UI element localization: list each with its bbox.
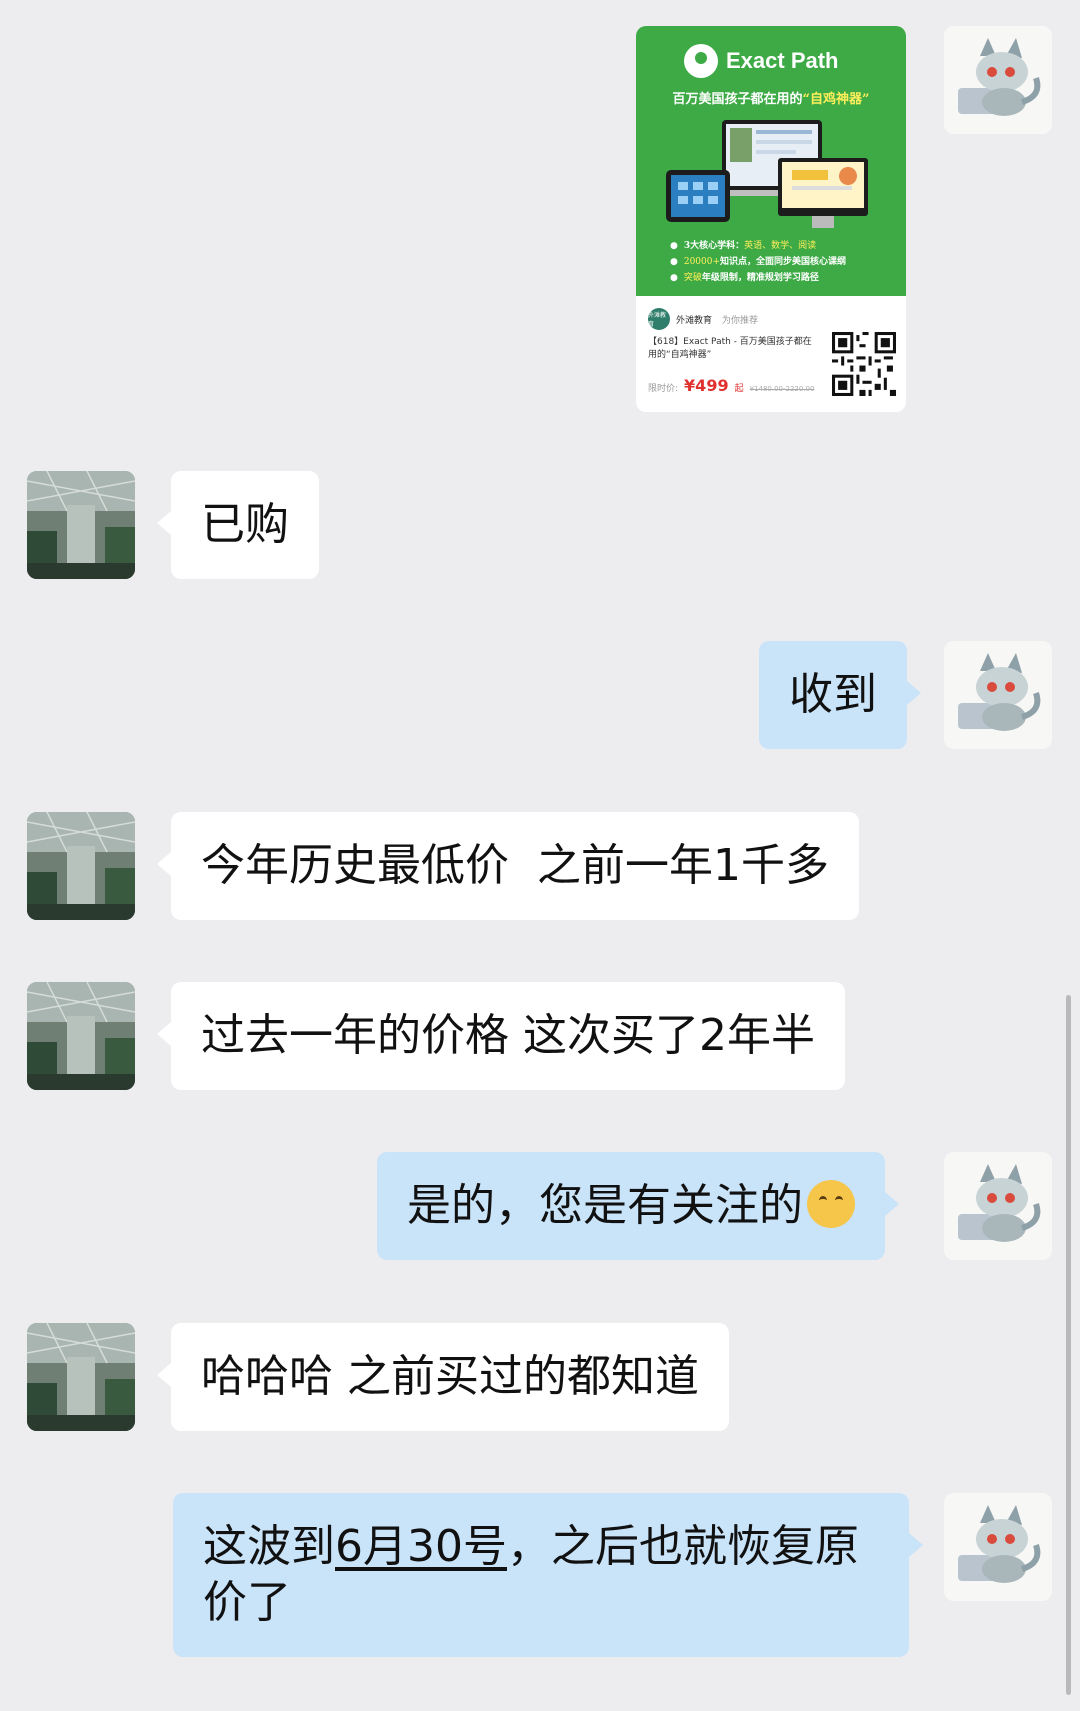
waterfall-photo-icon — [27, 812, 135, 920]
contact-avatar[interactable] — [27, 471, 135, 579]
message-bubble-outgoing[interactable]: 收到 — [759, 641, 921, 749]
recommend-label: 为你推荐 — [722, 315, 759, 326]
cat-avatar-icon — [944, 641, 1052, 749]
face-with-hand-over-mouth-icon — [807, 1180, 855, 1228]
waterfall-photo-icon — [27, 471, 135, 579]
message-text: 这波到 — [203, 1521, 335, 1572]
message-text: 收到 — [789, 669, 877, 720]
message-text: 已购 — [201, 499, 289, 550]
cat-avatar-icon — [944, 1152, 1052, 1260]
slogan-prefix: 百万美国孩子都在用的 — [672, 92, 803, 107]
scrollbar[interactable] — [1066, 995, 1071, 1695]
promo-card-footer: 外滩教育 外滩教育 为你推荐 【618】Exact Path - 百万美国孩子都… — [636, 296, 906, 412]
self-avatar[interactable] — [944, 1493, 1052, 1601]
feature-2: 20000+知识点，全面同步美国核心课纲 — [670, 256, 846, 268]
self-avatar[interactable] — [944, 1152, 1052, 1260]
publisher-avatar: 外滩教育 — [648, 308, 670, 330]
original-price: ¥1480.00-2220.00 — [749, 385, 815, 393]
contact-avatar[interactable] — [27, 812, 135, 920]
sale-price: ¥499 — [684, 376, 729, 395]
promo-slogan: 百万美国孩子都在用的“自鸡神器” — [636, 88, 906, 107]
publisher-row: 外滩教育 外滩教育 为你推荐 — [648, 308, 758, 330]
product-description: 【618】Exact Path - 百万美国孩子都在用的“自鸡神器” — [648, 337, 812, 360]
promo-card-banner: Exact Path 百万美国孩子都在用的“自鸡神器” ● 3大核心学科：英语、… — [636, 26, 906, 296]
message-text: 今年历史最低价 之前一年1千多 — [201, 840, 829, 891]
publisher-name: 外滩教育 — [676, 315, 713, 326]
feature-3: 突破年级限制，精准规划学习路径 — [670, 272, 819, 284]
contact-avatar[interactable] — [27, 1323, 135, 1431]
message-bubble-incoming[interactable]: 已购 — [157, 471, 319, 579]
price-label: 限时价: — [648, 384, 679, 394]
message-bubble-outgoing[interactable]: 是的，您是有关注的 — [377, 1152, 899, 1260]
devices-illustration — [666, 120, 868, 228]
location-pin-icon — [684, 44, 718, 78]
price-row: 限时价: ¥499 起 ¥1480.00-2220.00 — [648, 376, 814, 395]
message-bubble-incoming[interactable]: 今年历史最低价 之前一年1千多 — [157, 812, 859, 920]
cat-avatar-icon — [944, 26, 1052, 134]
brand-name: Exact Path — [726, 48, 839, 73]
message-bubble-incoming[interactable]: 过去一年的价格 这次买了2年半 — [157, 982, 845, 1090]
message-bubble-outgoing[interactable]: 这波到6月30号，之后也就恢复原价了 — [173, 1493, 923, 1657]
price-suffix: 起 — [734, 384, 744, 394]
promo-card[interactable]: Exact Path 百万美国孩子都在用的“自鸡神器” ● 3大核心学科：英语、… — [636, 26, 906, 412]
message-text: 是的，您是有关注的 — [407, 1180, 803, 1231]
message-bubble-incoming[interactable]: 哈哈哈 之前买过的都知道 — [157, 1323, 729, 1431]
self-avatar[interactable] — [944, 641, 1052, 749]
waterfall-photo-icon — [27, 982, 135, 1090]
brand-logo: Exact Path — [684, 44, 839, 78]
cat-avatar-icon — [944, 1493, 1052, 1601]
slogan-highlight: “自鸡神器” — [802, 92, 870, 107]
message-text: 哈哈哈 之前买过的都知道 — [201, 1351, 699, 1402]
self-avatar[interactable] — [944, 26, 1052, 134]
qr-code-icon — [832, 332, 896, 396]
waterfall-photo-icon — [27, 1323, 135, 1431]
date-link[interactable]: 6月30号 — [335, 1521, 507, 1572]
message-text: 过去一年的价格 这次买了2年半 — [201, 1010, 815, 1061]
chat-conversation: Exact Path 百万美国孩子都在用的“自鸡神器” ● 3大核心学科：英语、… — [0, 0, 1080, 1711]
contact-avatar[interactable] — [27, 982, 135, 1090]
feature-1: 3大核心学科：英语、数学、阅读 — [670, 240, 816, 252]
